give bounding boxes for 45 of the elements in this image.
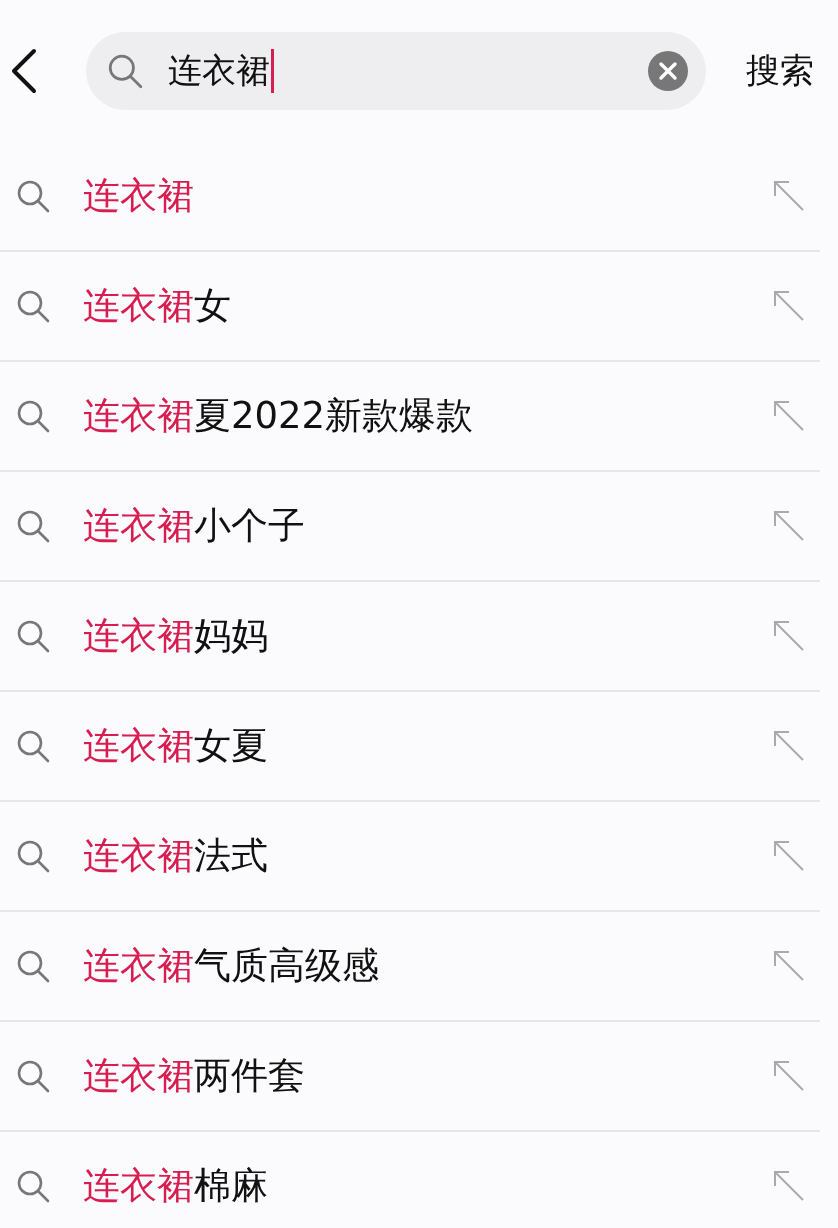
suggestion-text: 连衣裙棉麻: [83, 1163, 269, 1209]
suggestion-item[interactable]: 连衣裙小个子: [0, 472, 820, 582]
arrow-up-left-icon[interactable]: [772, 729, 806, 763]
arrow-up-left-icon[interactable]: [772, 289, 806, 323]
suggestion-item[interactable]: 连衣裙法式: [0, 802, 820, 912]
suggestion-text: 连衣裙法式: [83, 833, 269, 879]
arrow-up-left-icon[interactable]: [772, 399, 806, 433]
suggestion-text: 连衣裙小个子: [83, 503, 306, 549]
suggestion-item[interactable]: 连衣裙气质高级感: [0, 912, 820, 1022]
suggestion-text: 连衣裙妈妈: [83, 613, 269, 659]
suggestion-text: 连衣裙: [83, 173, 195, 219]
search-icon: [15, 618, 51, 654]
suggestion-item[interactable]: 连衣裙: [0, 142, 820, 252]
search-icon: [15, 1168, 51, 1204]
suggestion-text: 连衣裙夏2022新款爆款: [83, 393, 475, 439]
arrow-up-left-icon[interactable]: [772, 1169, 806, 1203]
arrow-up-left-icon[interactable]: [772, 949, 806, 983]
suggestion-item[interactable]: 连衣裙妈妈: [0, 582, 820, 692]
suggestion-item[interactable]: 连衣裙女夏: [0, 692, 820, 802]
arrow-up-left-icon[interactable]: [772, 179, 806, 213]
clear-icon[interactable]: [648, 51, 688, 91]
arrow-up-left-icon[interactable]: [772, 1059, 806, 1093]
search-icon: [15, 178, 51, 214]
search-icon: [15, 398, 51, 434]
suggestion-item[interactable]: 连衣裙两件套: [0, 1022, 820, 1132]
arrow-up-left-icon[interactable]: [772, 839, 806, 873]
search-input-text: 连衣裙: [168, 48, 648, 94]
search-button[interactable]: 搜索: [746, 48, 814, 94]
suggestion-text: 连衣裙气质高级感: [83, 943, 380, 989]
suggestion-text: 连衣裙两件套: [83, 1053, 306, 1099]
search-icon: [15, 838, 51, 874]
suggestion-text: 连衣裙女夏: [83, 723, 269, 769]
search-icon: [15, 948, 51, 984]
search-icon: [15, 508, 51, 544]
search-icon: [15, 288, 51, 324]
suggestion-item[interactable]: 连衣裙女: [0, 252, 820, 362]
search-icon: [106, 52, 144, 90]
search-icon: [15, 1058, 51, 1094]
suggestion-item[interactable]: 连衣裙夏2022新款爆款: [0, 362, 820, 472]
arrow-up-left-icon[interactable]: [772, 509, 806, 543]
search-icon: [15, 728, 51, 764]
suggestion-text: 连衣裙女: [83, 283, 232, 329]
suggestion-item[interactable]: 连衣裙棉麻: [0, 1132, 820, 1228]
arrow-up-left-icon[interactable]: [772, 619, 806, 653]
search-field[interactable]: 连衣裙: [86, 32, 706, 110]
